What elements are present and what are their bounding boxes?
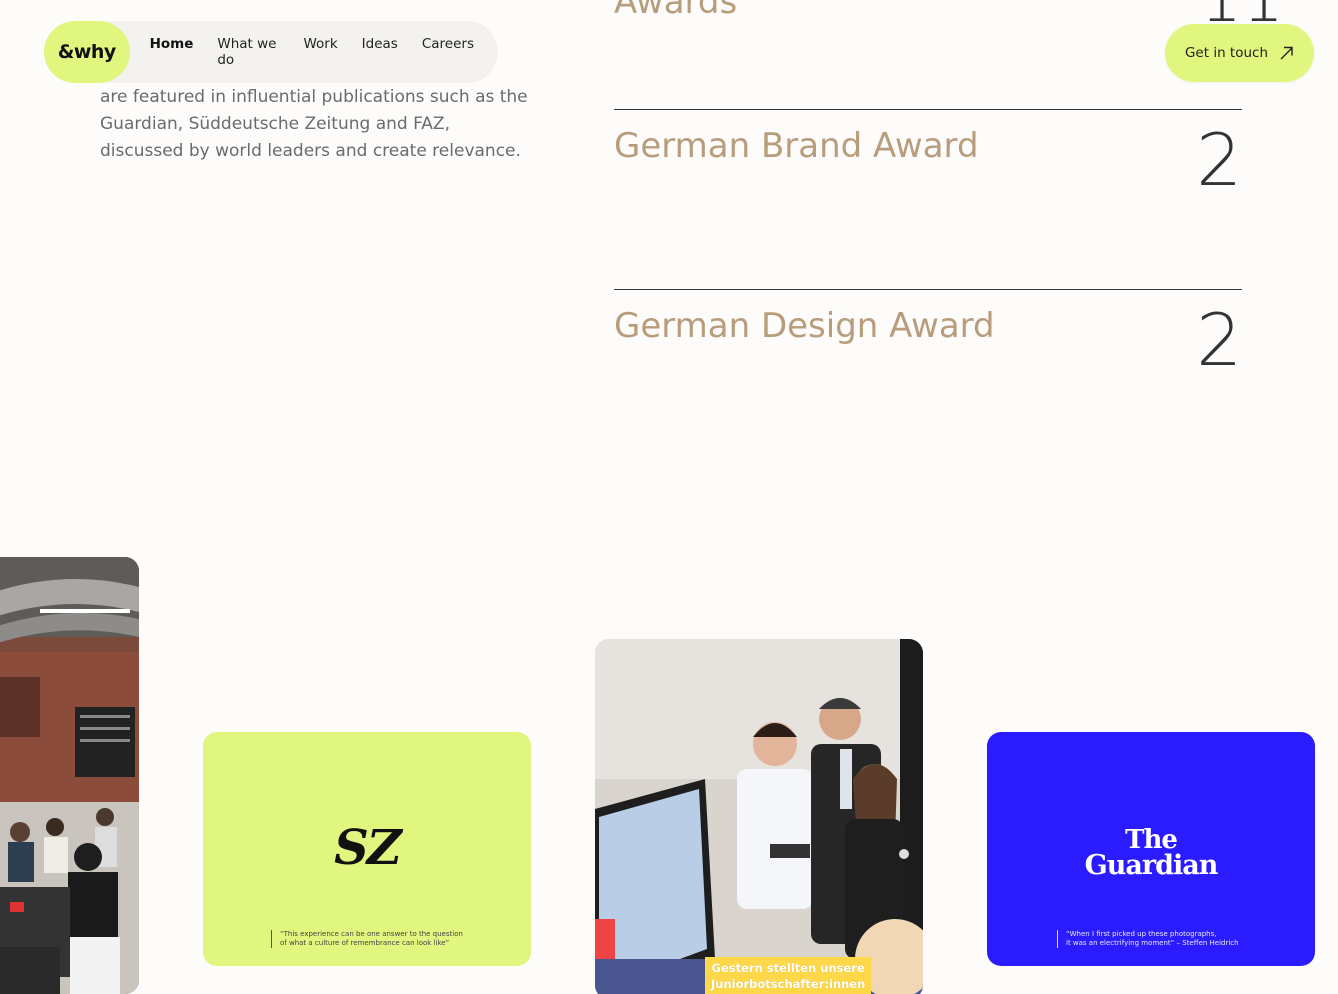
cta-label: Get in touch (1184, 45, 1269, 61)
presentation-image (595, 639, 923, 994)
caption-line: Juniorbotschafter:innen (711, 977, 866, 991)
guardian-logo: The Guardian (987, 825, 1315, 881)
guardian-logo-line: The (1125, 825, 1178, 855)
sz-logo: SZ (334, 820, 402, 876)
event-photo-card[interactable] (0, 557, 139, 994)
sz-quote: “This experience can be one answer to th… (271, 930, 463, 948)
sz-press-card[interactable]: SZ “This experience can be one answer to… (203, 732, 531, 966)
nav-item-home[interactable]: Home (150, 36, 194, 68)
awards-title: Awards (614, 0, 738, 22)
guardian-quote: “When I first picked up these photograph… (1057, 930, 1239, 948)
award-count: 2 (1196, 118, 1242, 202)
award-name: German Design Award (614, 306, 995, 346)
quote-line: of what a culture of remembrance can loo… (280, 939, 450, 947)
event-hall-image (0, 557, 139, 994)
quote-line: “When I first picked up these photograph… (1066, 930, 1217, 938)
main-nav: &why Home What we do Work Ideas Careers (44, 21, 498, 83)
quote-line: it was an electrifying moment” – Steffen… (1066, 939, 1239, 947)
caption-line: Gestern stellten unsere (711, 961, 865, 975)
award-count: 2 (1196, 298, 1242, 382)
guardian-press-card[interactable]: The Guardian “When I first picked up the… (987, 732, 1315, 966)
nav-item-careers[interactable]: Careers (422, 36, 474, 68)
award-row: German Design Award 2 (614, 289, 1242, 469)
nav-links: Home What we do Work Ideas Careers (150, 36, 498, 68)
video-caption: Gestern stellten unsere Juniorbotschafte… (705, 957, 872, 994)
nav-item-what-we-do[interactable]: What we do (217, 36, 279, 68)
brand-logo[interactable]: &why (44, 21, 130, 83)
nav-item-ideas[interactable]: Ideas (362, 36, 398, 68)
nav-item-work[interactable]: Work (303, 36, 337, 68)
awards-total: 11 (1200, 0, 1284, 37)
arrow-up-right-icon (1278, 45, 1294, 61)
intro-paragraph: are featured in influential publications… (100, 87, 528, 161)
award-row: German Brand Award 2 (614, 109, 1242, 289)
guardian-logo-line: Guardian (1084, 849, 1219, 881)
video-card[interactable]: Gestern stellten unsere Juniorbotschafte… (595, 639, 923, 994)
award-name: German Brand Award (614, 126, 979, 166)
quote-line: “This experience can be one answer to th… (280, 930, 463, 938)
